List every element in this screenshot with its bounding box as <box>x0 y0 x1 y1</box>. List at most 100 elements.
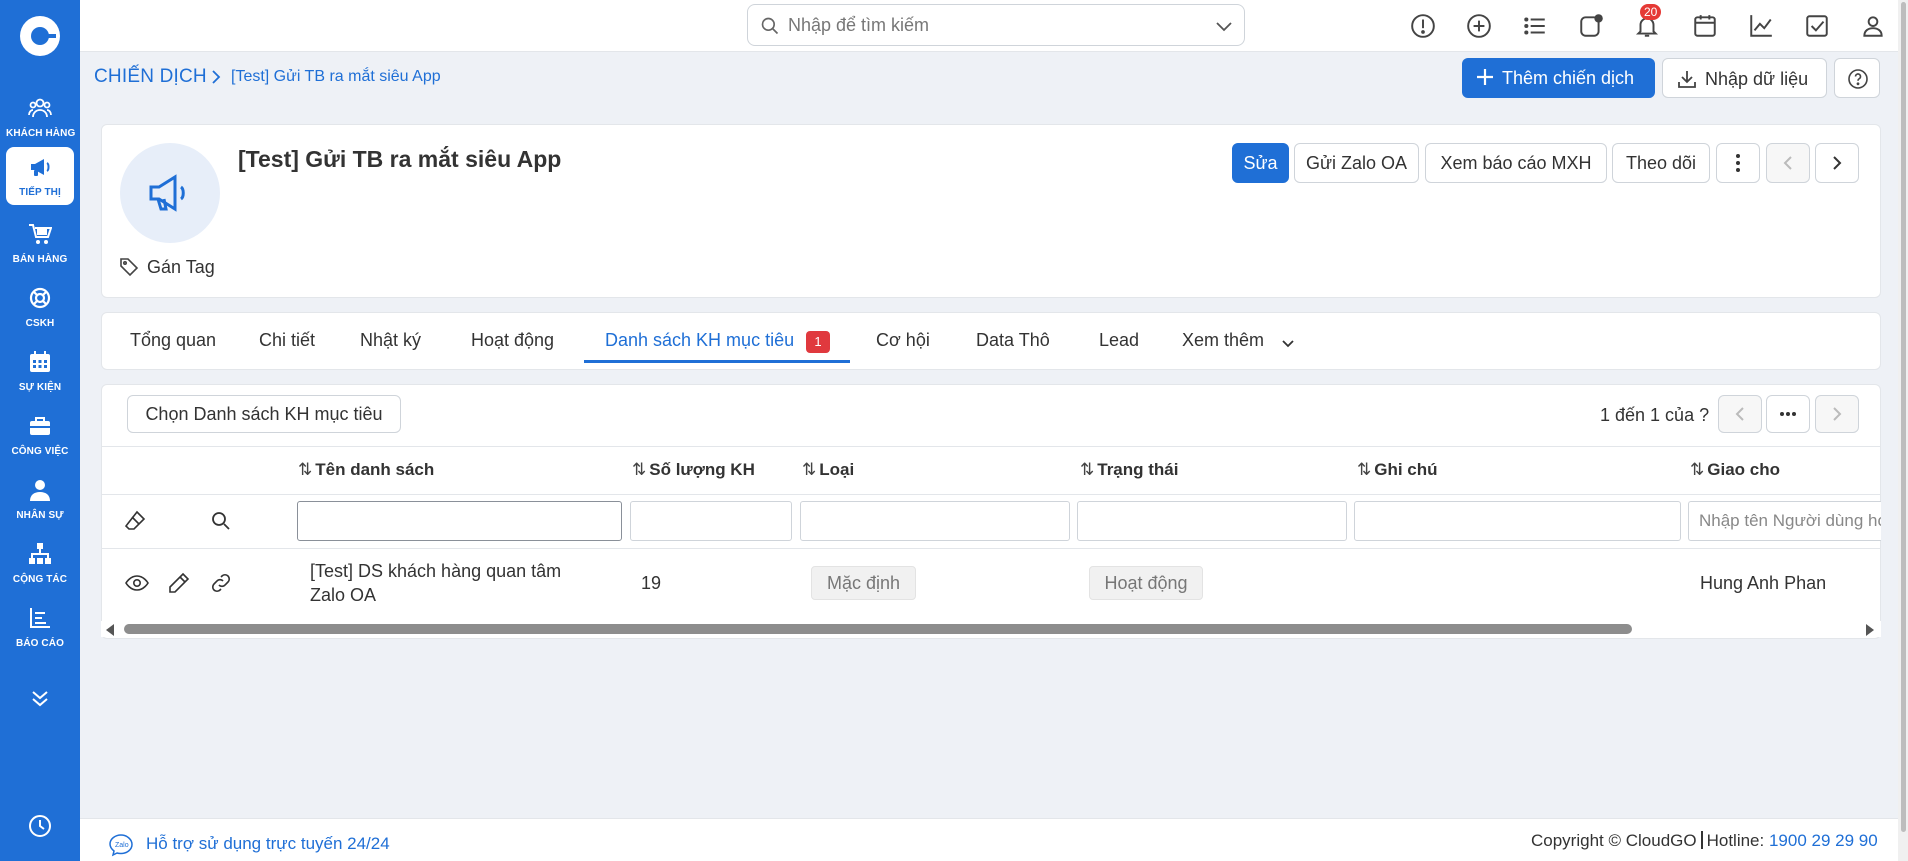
sidebar: KHÁCH HÀNG TIẾP THỊ BÁN HÀNG CSKH SỰ KIỆ… <box>0 0 80 861</box>
column-header-status[interactable]: ⇅ Trạng thái <box>1080 460 1178 480</box>
edit-button[interactable]: Sửa <box>1232 143 1289 183</box>
prev-page-button[interactable] <box>1718 395 1762 433</box>
chevron-down-icon[interactable] <box>1281 337 1295 349</box>
list-icon[interactable] <box>1522 13 1548 39</box>
chart-icon[interactable] <box>1748 13 1774 39</box>
next-record-button[interactable] <box>1815 143 1859 183</box>
chevron-right-icon <box>1833 156 1842 170</box>
hotline-number[interactable]: 1900 29 29 90 <box>1769 831 1878 850</box>
tab-count-badge: 1 <box>806 331 830 353</box>
tab-more[interactable]: Xem thêm <box>1182 330 1264 351</box>
assign-tag-link[interactable]: Gán Tag <box>147 257 215 278</box>
column-header-list-name[interactable]: ⇅ Tên danh sách <box>298 460 434 480</box>
org-chart-icon <box>29 543 51 564</box>
help-button[interactable] <box>1834 58 1880 98</box>
filter-type[interactable] <box>800 501 1070 541</box>
previous-record-button[interactable] <box>1766 143 1810 183</box>
filter-status[interactable] <box>1077 501 1347 541</box>
page-scrollbar[interactable] <box>1898 0 1908 861</box>
sidebar-item-label: KHÁCH HÀNG <box>6 128 76 139</box>
view-social-report-button[interactable]: Xem báo cáo MXH <box>1425 143 1607 183</box>
breadcrumb-root[interactable]: CHIẾN DỊCH <box>94 66 207 88</box>
row-list-name-line2[interactable]: Zalo OA <box>310 585 376 606</box>
follow-button[interactable]: Theo dõi <box>1612 143 1710 183</box>
column-header-assigned-to[interactable]: ⇅ Giao cho <box>1690 460 1780 480</box>
sidebar-item-label: CỘNG TÁC <box>12 574 68 585</box>
online-support-link[interactable]: Hỗ trợ sử dụng trực tuyến 24/24 <box>146 834 390 854</box>
sidebar-item-collab[interactable]: CỘNG TÁC <box>6 534 74 592</box>
checkbox-icon[interactable] <box>1804 13 1830 39</box>
eraser-icon[interactable] <box>123 509 147 533</box>
sidebar-item-customers[interactable]: KHÁCH HÀNG <box>6 88 76 146</box>
user-icon[interactable] <box>1860 13 1886 39</box>
alert-icon[interactable] <box>1410 13 1436 39</box>
tab-details[interactable]: Chi tiết <box>259 330 315 351</box>
pencil-icon[interactable] <box>167 571 191 595</box>
sidebar-item-events[interactable]: SỰ KIỆN <box>6 342 74 400</box>
tab-overview[interactable]: Tổng quan <box>130 330 216 351</box>
chevron-left-icon <box>1735 407 1744 421</box>
choose-target-list-button[interactable]: Chọn Danh sách KH mục tiêu <box>127 395 401 433</box>
svg-text:Zalo: Zalo <box>115 842 129 849</box>
report-icon <box>30 608 50 628</box>
column-header-type[interactable]: ⇅ Loại <box>802 460 854 480</box>
add-campaign-label: Thêm chiến dịch <box>1502 68 1635 88</box>
sidebar-item-tasks[interactable]: CÔNG VIỆC <box>6 406 74 464</box>
megaphone-icon <box>31 159 50 176</box>
add-circle-icon[interactable] <box>1466 13 1492 39</box>
more-actions-button[interactable] <box>1716 143 1760 183</box>
send-zalo-oa-button[interactable]: Gửi Zalo OA <box>1294 143 1419 183</box>
sidebar-item-label: NHÂN SỰ <box>16 510 64 521</box>
clock-icon[interactable] <box>28 814 52 838</box>
sidebar-item-sales[interactable]: BÁN HÀNG <box>6 214 74 272</box>
campaign-avatar <box>120 143 220 243</box>
calendar-icon[interactable] <box>1692 13 1718 39</box>
eye-icon[interactable] <box>125 571 149 595</box>
scroll-right-arrow-icon[interactable] <box>1866 624 1874 636</box>
sort-icon: ⇅ <box>298 460 313 479</box>
page-options-button[interactable] <box>1766 395 1810 433</box>
add-campaign-button[interactable]: Thêm chiến dịch <box>1462 58 1655 98</box>
sidebar-item-label: TIẾP THỊ <box>19 187 61 198</box>
page-scrollbar-thumb[interactable] <box>1901 2 1906 832</box>
sidebar-item-marketing[interactable]: TIẾP THỊ <box>6 147 74 205</box>
column-header-note[interactable]: ⇅ Ghi chú <box>1357 460 1438 480</box>
row-list-name-line1[interactable]: [Test] DS khách hàng quan tâm <box>310 561 561 582</box>
sort-icon: ⇅ <box>1080 460 1095 479</box>
search-icon <box>761 17 779 35</box>
tab-raw-data[interactable]: Data Thô <box>976 330 1050 351</box>
app-notify-icon[interactable] <box>1578 13 1604 39</box>
filter-assigned-to[interactable] <box>1688 501 1881 541</box>
filter-note[interactable] <box>1354 501 1681 541</box>
scrollbar-thumb[interactable] <box>124 624 1632 634</box>
next-page-button[interactable] <box>1815 395 1859 433</box>
sidebar-item-label: BÁN HÀNG <box>12 254 68 265</box>
search-input[interactable] <box>788 13 1188 37</box>
sidebar-item-reports[interactable]: BÁO CÁO <box>6 598 74 656</box>
active-tab-indicator <box>584 360 850 363</box>
sidebar-item-hr[interactable]: NHÂN SỰ <box>6 470 74 528</box>
link-icon[interactable] <box>209 571 233 595</box>
filter-customer-count[interactable] <box>630 501 792 541</box>
chevron-right-icon <box>1833 407 1842 421</box>
chevron-down-icon[interactable] <box>1216 19 1232 33</box>
sidebar-item-cskh[interactable]: CSKH <box>6 278 74 336</box>
tab-log[interactable]: Nhật ký <box>360 330 421 351</box>
tab-lead[interactable]: Lead <box>1099 330 1139 351</box>
double-chevron-down-icon[interactable] <box>28 686 52 710</box>
scroll-left-arrow-icon[interactable] <box>106 624 114 636</box>
sidebar-item-label: SỰ KIỆN <box>18 382 62 393</box>
zalo-icon: Zalo <box>109 834 133 857</box>
tab-target-lists[interactable]: Danh sách KH mục tiêu <box>605 330 794 351</box>
import-data-button[interactable]: Nhập dữ liệu <box>1662 58 1827 98</box>
search-icon[interactable] <box>209 509 233 533</box>
cloudgo-logo[interactable] <box>20 16 60 56</box>
tab-opportunities[interactable]: Cơ hội <box>876 330 930 351</box>
tab-activities[interactable]: Hoạt động <box>471 330 554 351</box>
global-search[interactable] <box>747 4 1245 46</box>
row-assigned-to: Hung Anh Phan <box>1700 573 1827 593</box>
filter-list-name[interactable] <box>297 501 622 541</box>
chevron-right-icon <box>212 70 221 84</box>
column-header-customer-count[interactable]: ⇅ Số lượng KH <box>632 460 755 480</box>
tag-icon[interactable] <box>119 257 139 277</box>
